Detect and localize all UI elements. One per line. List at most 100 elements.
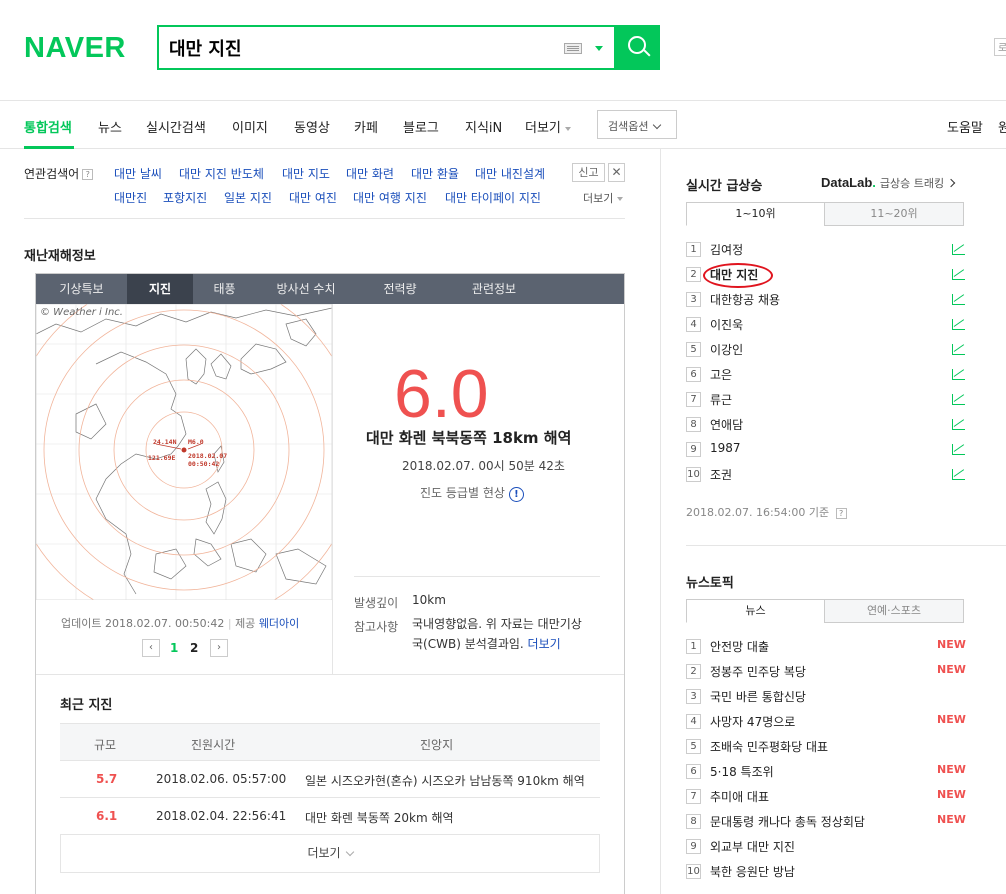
tab-rank-11-20[interactable]: 11~20위 — [824, 202, 964, 226]
news-topic-text[interactable]: 조배숙 민주평화당 대표 — [710, 738, 828, 755]
tab-images[interactable]: 이미지 — [232, 117, 268, 136]
related-link[interactable]: 대만 날씨 — [114, 165, 162, 182]
rank-item[interactable]: 4 이진욱 — [686, 315, 966, 335]
search-options-button[interactable]: 검색옵션 — [597, 110, 677, 139]
rank-item[interactable]: 10 조권 — [686, 465, 966, 485]
tab-radiation[interactable]: 방사선 수치 — [256, 274, 356, 304]
rank-keyword[interactable]: 이진욱 — [710, 316, 743, 333]
provider-link[interactable]: 웨더아이 — [259, 617, 299, 630]
rank-item[interactable]: 3 대한항공 채용 — [686, 290, 966, 310]
tab-kin[interactable]: 지식iN — [465, 117, 502, 136]
related-link[interactable]: 대만 지도 — [282, 165, 330, 182]
news-topic-text[interactable]: 북한 응원단 방남 — [710, 863, 795, 880]
rank-keyword[interactable]: 김여정 — [710, 241, 743, 258]
tab-realtime-search[interactable]: 실시간검색 — [146, 117, 206, 136]
related-link[interactable]: 대만 타이페이 지진 — [445, 189, 541, 206]
trend-chart-icon[interactable] — [952, 419, 965, 430]
news-topic-item[interactable]: 10 북한 응원단 방남 — [686, 862, 966, 882]
autocomplete-toggle-icon[interactable] — [595, 46, 603, 51]
rank-item[interactable]: 7 류근 — [686, 390, 966, 410]
tab-earthquake[interactable]: 지진 — [127, 274, 193, 304]
help-link[interactable]: 도움말 — [947, 117, 983, 136]
search-input[interactable] — [169, 36, 549, 60]
trend-chart-icon[interactable] — [952, 344, 965, 355]
rank-keyword[interactable]: 고은 — [710, 366, 732, 383]
tab-blog[interactable]: 블로그 — [403, 117, 439, 136]
tab-power[interactable]: 전력량 — [356, 274, 444, 304]
trend-chart-icon[interactable] — [952, 244, 965, 255]
news-topic-item[interactable]: 4 사망자 47명으로 NEW — [686, 712, 966, 732]
rank-keyword[interactable]: 1987 — [710, 441, 741, 455]
news-topic-text[interactable]: 5·18 특조위 — [710, 763, 774, 780]
page-1[interactable]: 1 — [170, 641, 178, 655]
rank-item[interactable]: 6 고은 — [686, 365, 966, 385]
tab-rank-1-10[interactable]: 1~10위 — [686, 202, 825, 226]
related-link[interactable]: 대만진 — [114, 189, 147, 206]
datalab-link[interactable]: DataLab. 급상승 트래킹 — [821, 175, 956, 191]
trend-chart-icon[interactable] — [952, 469, 965, 480]
news-topic-item[interactable]: 9 외교부 대만 지진 — [686, 837, 966, 857]
trend-chart-icon[interactable] — [952, 369, 965, 380]
naver-logo[interactable]: NAVER — [24, 32, 126, 65]
trend-chart-icon[interactable] — [952, 294, 965, 305]
rank-keyword[interactable]: 조권 — [710, 466, 732, 483]
rank-item[interactable]: 9 1987 — [686, 440, 966, 460]
trend-chart-icon[interactable] — [952, 444, 965, 455]
related-link[interactable]: 대만 여행 지진 — [353, 189, 427, 206]
related-link[interactable]: 일본 지진 — [224, 189, 272, 206]
recent-more-button[interactable]: 더보기 — [60, 835, 600, 873]
tab-entertainment-sports[interactable]: 연예·스포츠 — [824, 599, 964, 623]
related-link[interactable]: 포항지진 — [163, 189, 207, 206]
rank-keyword[interactable]: 류근 — [710, 391, 732, 408]
news-topic-text[interactable]: 사망자 47명으로 — [710, 713, 795, 730]
note-more-link[interactable]: 더보기 — [528, 637, 561, 651]
tab-news-topic[interactable]: 뉴스 — [686, 599, 825, 623]
trend-chart-icon[interactable] — [952, 319, 965, 330]
news-topic-text[interactable]: 추미애 대표 — [710, 788, 769, 805]
intensity-info-link[interactable]: 진도 등급별 현상! — [420, 484, 524, 502]
news-topic-item[interactable]: 5 조배숙 민주평화당 대표 — [686, 737, 966, 757]
tab-more[interactable]: 더보기 — [525, 117, 571, 136]
news-topic-item[interactable]: 7 추미애 대표 NEW — [686, 787, 966, 807]
help-icon[interactable]: ? — [835, 507, 847, 519]
next-page-button[interactable]: › — [210, 639, 228, 657]
related-link[interactable]: 대만 화련 — [346, 165, 394, 182]
prev-page-button[interactable]: ‹ — [142, 639, 160, 657]
news-topic-item[interactable]: 2 정봉주 민주당 복당 NEW — [686, 662, 966, 682]
news-topic-item[interactable]: 1 안전망 대출 NEW — [686, 637, 966, 657]
news-topic-text[interactable]: 국민 바른 통합신당 — [710, 688, 806, 705]
trend-chart-icon[interactable] — [952, 269, 965, 280]
rank-keyword[interactable]: 연애담 — [710, 416, 743, 433]
tab-integrated-search[interactable]: 통합검색 — [24, 117, 72, 136]
rank-item[interactable]: 8 연애담 — [686, 415, 966, 435]
nav-edge-link[interactable]: 원 — [998, 117, 1006, 136]
news-topic-text[interactable]: 외교부 대만 지진 — [710, 838, 795, 855]
rank-item[interactable]: 1 김여정 — [686, 240, 966, 260]
news-topic-text[interactable]: 문대통령 캐나다 총독 정상회담 — [710, 813, 865, 830]
rank-keyword[interactable]: 대한항공 채용 — [710, 291, 780, 308]
related-link[interactable]: 대만 여진 — [289, 189, 337, 206]
news-topic-text[interactable]: 정봉주 민주당 복당 — [710, 663, 806, 680]
help-icon[interactable]: ? — [82, 169, 94, 180]
tab-related-info[interactable]: 관련정보 — [444, 274, 544, 304]
trend-chart-icon[interactable] — [952, 394, 965, 405]
related-link[interactable]: 대만 지진 반도체 — [179, 165, 264, 182]
news-topic-item[interactable]: 6 5·18 특조위 NEW — [686, 762, 966, 782]
news-topic-item[interactable]: 8 문대통령 캐나다 총독 정상회담 NEW — [686, 812, 966, 832]
search-button[interactable] — [616, 25, 660, 70]
news-topic-item[interactable]: 3 국민 바른 통합신당 — [686, 687, 966, 707]
report-button[interactable]: 신고 — [572, 163, 605, 182]
related-link[interactable]: 대만 내진설계 — [475, 165, 545, 182]
related-more-button[interactable]: 더보기 — [583, 190, 624, 206]
tab-typhoon[interactable]: 태풍 — [193, 274, 256, 304]
keyboard-icon[interactable] — [564, 43, 582, 54]
tab-news[interactable]: 뉴스 — [98, 117, 122, 136]
related-link[interactable]: 대만 환율 — [411, 165, 459, 182]
rank-item[interactable]: 5 이강인 — [686, 340, 966, 360]
tab-videos[interactable]: 동영상 — [294, 117, 330, 136]
tab-weather-alert[interactable]: 기상특보 — [36, 274, 127, 304]
close-icon[interactable]: ✕ — [608, 163, 625, 182]
news-topic-text[interactable]: 안전망 대출 — [710, 638, 769, 655]
page-2[interactable]: 2 — [190, 641, 198, 655]
login-button-edge[interactable]: 로 — [994, 38, 1006, 56]
